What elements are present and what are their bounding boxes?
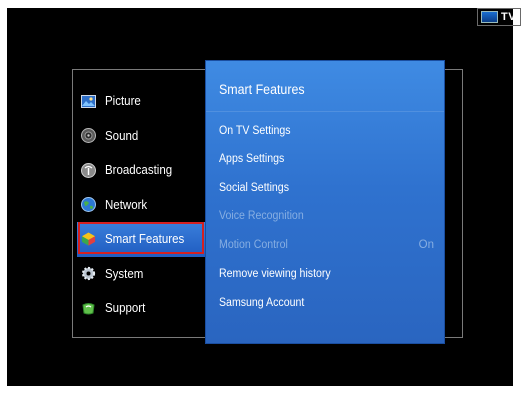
menu-item-system[interactable]: System [77, 257, 207, 292]
submenu-item-samsung-account[interactable]: Samsung Account [219, 293, 434, 313]
submenu-item-label: On TV Settings [219, 125, 291, 137]
submenu-item-label: Apps Settings [219, 153, 285, 165]
main-menu: Picture Sound Broadcasting Network Smart… [77, 84, 207, 326]
panel-title: Smart Features [219, 82, 305, 97]
menu-item-support[interactable]: Support [77, 291, 207, 326]
smart-features-icon [81, 232, 96, 247]
menu-item-network[interactable]: Network [77, 188, 207, 223]
picture-icon [81, 94, 96, 109]
menu-item-broadcasting[interactable]: Broadcasting [77, 153, 207, 188]
submenu-item-label: Social Settings [219, 182, 289, 194]
smart-features-panel: Smart Features On TV Settings Apps Setti… [206, 61, 444, 343]
menu-item-label: Sound [105, 128, 139, 143]
globe-icon [81, 197, 96, 213]
tv-icon [481, 11, 498, 23]
menu-item-picture[interactable]: Picture [77, 84, 207, 119]
submenu-item-motion-control: Motion Control On [219, 235, 434, 255]
antenna-icon [81, 162, 96, 178]
menu-item-smart-features[interactable]: Smart Features [77, 222, 207, 257]
submenu-item-apps-settings[interactable]: Apps Settings [219, 149, 434, 169]
menu-item-label: Smart Features [105, 232, 185, 247]
menu-item-sound[interactable]: Sound [77, 119, 207, 154]
submenu-item-on-tv-settings[interactable]: On TV Settings [219, 121, 434, 141]
support-icon [81, 301, 96, 316]
menu-item-label: System [105, 266, 144, 281]
submenu-item-label: Samsung Account [219, 297, 305, 309]
submenu-item-label: Motion Control [219, 239, 288, 251]
submenu-item-social-settings[interactable]: Social Settings [219, 178, 434, 198]
source-label: TV [501, 11, 517, 23]
menu-item-label: Broadcasting [105, 163, 173, 178]
submenu-item-remove-viewing-history[interactable]: Remove viewing history [219, 264, 434, 284]
divider [206, 111, 444, 112]
gear-icon [81, 266, 96, 281]
submenu-item-voice-recognition: Voice Recognition [219, 206, 434, 226]
submenu-item-label: Remove viewing history [219, 268, 331, 280]
source-indicator: TV [477, 8, 521, 26]
speaker-icon [81, 128, 96, 144]
motion-control-value: On [418, 239, 434, 251]
menu-item-label: Network [105, 197, 148, 212]
menu-item-label: Picture [105, 94, 141, 109]
menu-item-label: Support [105, 301, 146, 316]
submenu-item-label: Voice Recognition [219, 210, 304, 222]
